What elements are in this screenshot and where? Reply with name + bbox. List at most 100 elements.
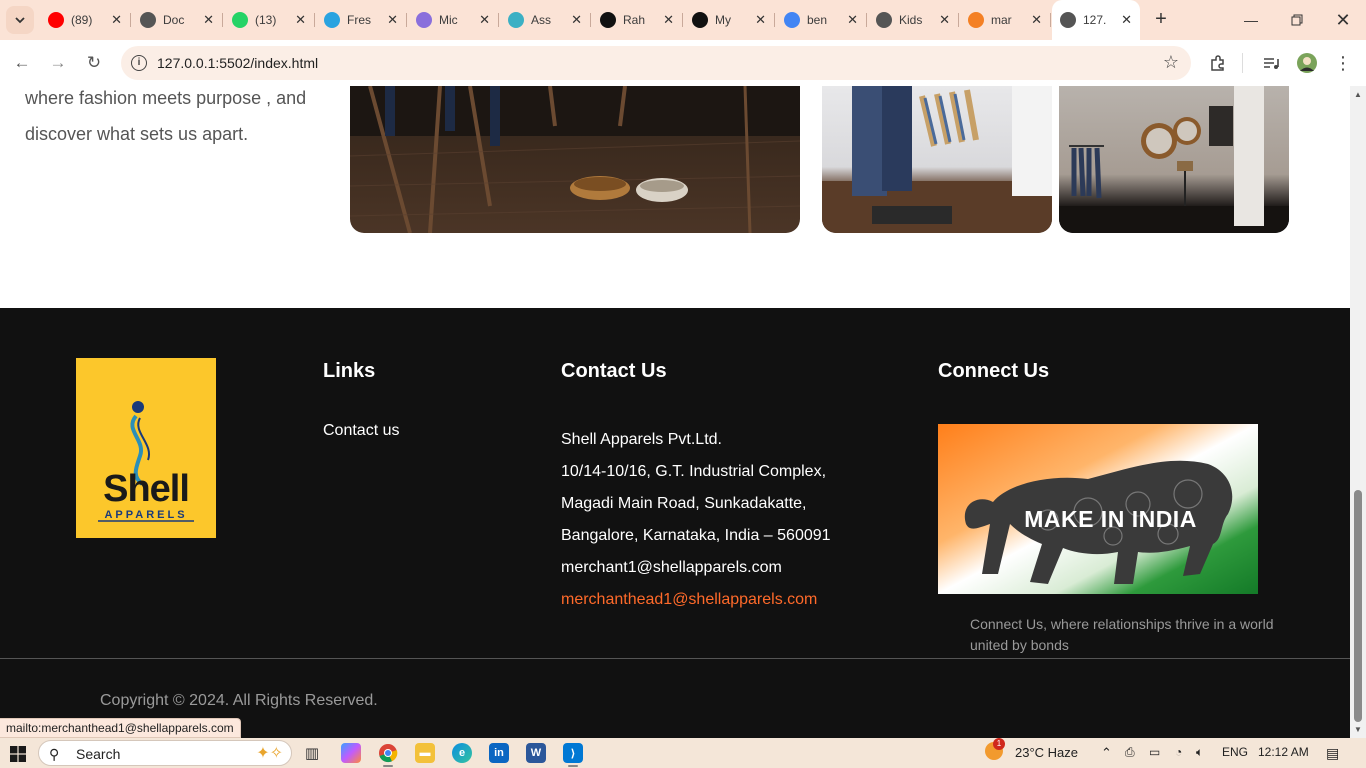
- close-tab-icon[interactable]: ✕: [939, 12, 950, 28]
- restore-icon[interactable]: [1274, 0, 1320, 40]
- globe-icon: [1060, 12, 1076, 28]
- extensions-icon[interactable]: [1207, 52, 1229, 74]
- telegram-icon: [324, 12, 340, 28]
- email-merchant-head-link[interactable]: merchanthead1@shellapparels.com: [561, 591, 817, 609]
- meet-now-icon[interactable]: ⎙: [1125, 745, 1135, 760]
- close-tab-icon[interactable]: ✕: [479, 12, 490, 28]
- tab-separator: [406, 13, 407, 27]
- address-line-2: Magadi Main Road, Sunkadakatte,: [561, 495, 807, 512]
- browser-tab[interactable]: Ass ✕: [500, 6, 591, 34]
- store-interior-photo: [350, 86, 800, 233]
- tab-separator: [1050, 13, 1051, 27]
- browser-tab[interactable]: mar ✕: [960, 6, 1051, 34]
- browser-tab[interactable]: Mic ✕: [408, 6, 499, 34]
- copilot-app-icon[interactable]: [341, 743, 361, 763]
- weather-text[interactable]: 23°C Haze: [1015, 745, 1078, 760]
- chrome-app-icon[interactable]: [378, 743, 398, 767]
- boutique-interior-photo: [1059, 86, 1289, 233]
- site-info-icon[interactable]: i: [131, 55, 147, 71]
- copyright-text: Copyright © 2024. All Rights Reserved.: [100, 692, 378, 709]
- close-tab-icon[interactable]: ✕: [663, 12, 674, 28]
- tab-title: Kids: [899, 13, 923, 27]
- scroll-down-icon[interactable]: ▼: [1353, 725, 1363, 734]
- bookmark-star-icon[interactable]: ☆: [1163, 52, 1179, 73]
- close-window-icon[interactable]: ✕: [1320, 0, 1366, 40]
- notifications-icon[interactable]: ▤: [1326, 745, 1339, 762]
- close-tab-icon[interactable]: ✕: [387, 12, 398, 28]
- tab-title: (89): [71, 13, 93, 27]
- browser-tab[interactable]: (13) ✕: [224, 6, 315, 34]
- email-merchant-link[interactable]: merchant1@shellapparels.com: [561, 559, 782, 577]
- volume-icon[interactable]: 🔈︎: [1196, 745, 1203, 760]
- weather-icon[interactable]: 1: [985, 738, 1005, 763]
- link-icon: [508, 12, 524, 28]
- tab-title: Rah: [623, 13, 646, 27]
- tab-search-button[interactable]: [6, 6, 34, 34]
- toolbar-divider: [1242, 53, 1243, 73]
- tab-strip: (89) ✕ Doc ✕ (13) ✕ Fres ✕ Mic ✕ Ass ✕ Rah ✕ My ✕ ben ✕ Ki…: [0, 0, 1366, 40]
- close-tab-icon[interactable]: ✕: [755, 12, 766, 28]
- windows-start-icon[interactable]: [10, 746, 26, 762]
- tab-title: ben: [807, 13, 828, 27]
- intro-paragraph: where fashion meets purpose , and discov…: [25, 88, 307, 144]
- vscode-app-icon[interactable]: ⟩: [563, 743, 583, 767]
- scrollbar-thumb[interactable]: [1354, 490, 1362, 722]
- taskbar-search-box[interactable]: ⚲ Search ✦✧: [38, 740, 292, 766]
- chevron-down-icon: [15, 17, 25, 24]
- browser-tab[interactable]: ben ✕: [776, 6, 867, 34]
- browser-tab[interactable]: (89) ✕: [40, 6, 131, 34]
- connect-description: Connect Us, where relationships thrive i…: [970, 616, 1274, 653]
- address-line-1: 10/14-10/16, G.T. Industrial Complex,: [561, 463, 827, 480]
- chevron-up-icon[interactable]: ⌃: [1101, 745, 1112, 761]
- sparkle-icon: ✦✧: [256, 745, 283, 762]
- reload-icon[interactable]: ↻: [83, 52, 105, 74]
- linkedin-app-icon[interactable]: in: [489, 743, 509, 763]
- profile-avatar[interactable]: [1296, 52, 1318, 74]
- close-tab-icon[interactable]: ✕: [1031, 12, 1042, 28]
- close-tab-icon[interactable]: ✕: [295, 12, 306, 28]
- back-icon[interactable]: ←: [11, 52, 33, 74]
- close-tab-icon[interactable]: ✕: [203, 12, 214, 28]
- task-view-icon[interactable]: ▥: [302, 743, 322, 763]
- scroll-up-icon[interactable]: ▲: [1353, 90, 1363, 99]
- edge-app-icon[interactable]: e: [452, 743, 472, 763]
- tab-title: 127.: [1083, 13, 1107, 27]
- wifi-icon[interactable]: ◔: [1175, 745, 1182, 759]
- link-status-bar: mailto:merchanthead1@shellapparels.com: [0, 718, 241, 738]
- logo-figure-icon: Shell APPARELS: [98, 401, 194, 522]
- language-indicator[interactable]: ENG: [1222, 745, 1248, 759]
- browser-toolbar: ← → ↻ i 127.0.0.1:5502/index.html ☆ ⋮: [0, 40, 1366, 86]
- shell-apparels-logo[interactable]: Shell APPARELS: [76, 358, 216, 538]
- browser-tab[interactable]: Fres ✕: [316, 6, 407, 34]
- browser-tab[interactable]: My ✕: [684, 6, 775, 34]
- close-tab-icon[interactable]: ✕: [571, 12, 582, 28]
- word-app-icon[interactable]: W: [526, 743, 546, 763]
- close-tab-icon[interactable]: ✕: [111, 12, 122, 28]
- minimize-icon[interactable]: —: [1228, 0, 1274, 40]
- logo-subtitle: APPARELS: [104, 509, 187, 521]
- whatsapp-icon: [232, 12, 248, 28]
- links-heading: Links: [323, 360, 376, 382]
- browser-tab[interactable]: 127. ✕: [1052, 0, 1140, 40]
- browser-tab[interactable]: Doc ✕: [132, 6, 223, 34]
- media-control-icon[interactable]: [1260, 52, 1282, 74]
- menu-icon[interactable]: ⋮: [1332, 52, 1354, 74]
- close-tab-icon[interactable]: ✕: [1121, 12, 1132, 28]
- clock-time[interactable]: 12:12 AM: [1258, 745, 1309, 759]
- forward-icon[interactable]: →: [47, 52, 69, 74]
- tab-separator: [130, 13, 131, 27]
- browser-tab[interactable]: Rah ✕: [592, 6, 683, 34]
- close-tab-icon[interactable]: ✕: [847, 12, 858, 28]
- browser-tab[interactable]: Kids ✕: [868, 6, 959, 34]
- page-scrollbar[interactable]: ▲ ▼: [1350, 86, 1366, 738]
- footer-link-contact-us[interactable]: Contact us: [323, 422, 399, 440]
- url-text[interactable]: 127.0.0.1:5502/index.html: [157, 55, 318, 71]
- address-bar[interactable]: i 127.0.0.1:5502/index.html ☆: [121, 46, 1191, 80]
- tab-separator: [222, 13, 223, 27]
- battery-icon[interactable]: ▭: [1149, 745, 1160, 759]
- tab-separator: [314, 13, 315, 27]
- new-tab-button[interactable]: +: [1150, 8, 1172, 30]
- make-in-india-banner[interactable]: MAKE IN INDIA: [938, 424, 1258, 594]
- tab-separator: [682, 13, 683, 27]
- file-explorer-icon[interactable]: ▬: [415, 743, 435, 763]
